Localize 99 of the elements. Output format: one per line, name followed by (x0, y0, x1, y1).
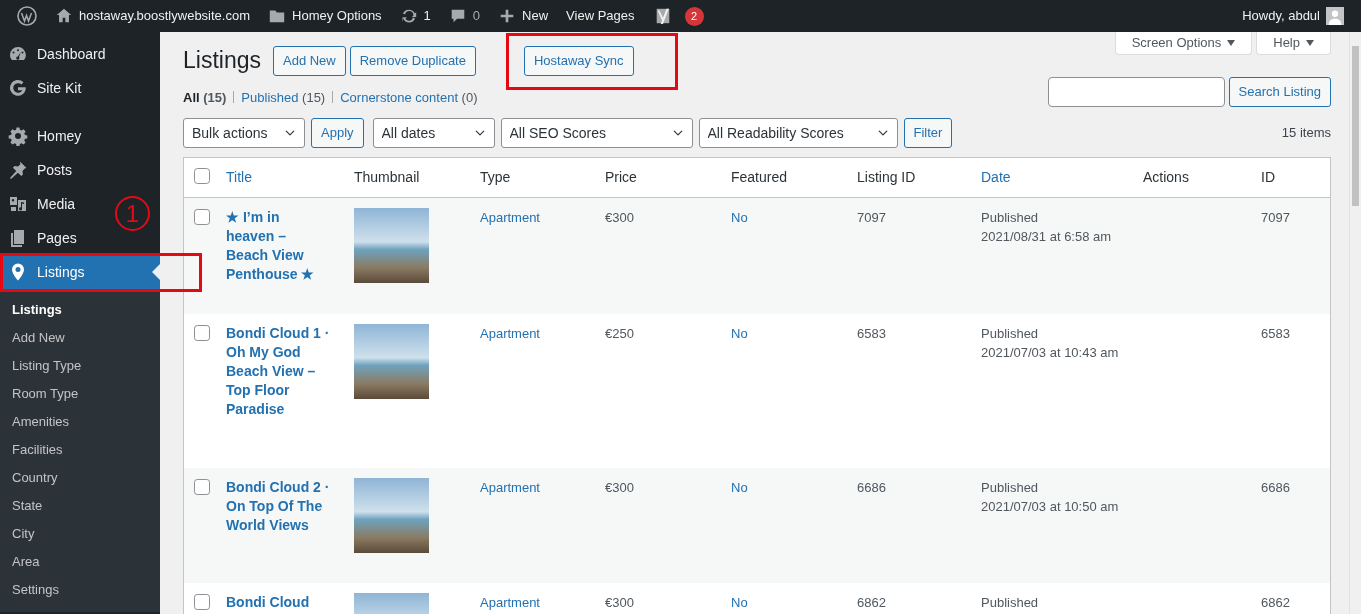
featured-value: No (731, 595, 748, 610)
item-count: 15 items (1281, 124, 1331, 143)
listing-title-link[interactable]: Bondi Cloud 1 · Oh My God Beach View – Top Floor Paradise (226, 324, 330, 419)
column-header: Thumbnail (354, 169, 420, 185)
search-field[interactable] (1047, 77, 1225, 107)
filter-dropdown[interactable]: All SEO Scores (500, 118, 693, 148)
column-header: Listing ID (857, 169, 916, 185)
publish-status: Published (981, 209, 1040, 227)
submenu-item[interactable]: Room Type (0, 380, 160, 408)
help-tab[interactable]: Help (1256, 32, 1331, 55)
filter-button[interactable]: Filter (903, 118, 953, 148)
listing-id-value: 6583 (857, 326, 886, 341)
post-id-value: 6686 (1261, 480, 1290, 495)
featured-value: No (731, 480, 748, 495)
publish-status: Published (981, 479, 1040, 497)
listing-id-value: 7097 (857, 210, 886, 225)
avatar-icon[interactable] (1326, 7, 1344, 25)
featured-value: No (731, 326, 748, 341)
column-header: Type (480, 169, 511, 185)
price-value: €300 (605, 210, 634, 225)
featured-value: No (731, 210, 748, 225)
submenu-item[interactable]: Country (0, 464, 160, 492)
sidebar-item[interactable]: Homey (0, 119, 90, 153)
bulk-actions-dropdown[interactable]: Bulk actions (183, 118, 305, 148)
submenu-item[interactable]: Listings (0, 296, 160, 324)
price-value: €300 (605, 595, 634, 610)
comment-count[interactable]: 0 (472, 6, 481, 26)
apply-button[interactable]: Apply (311, 118, 364, 148)
row-checkbox[interactable] (194, 325, 210, 341)
price-value: €300 (605, 480, 634, 495)
pushpin-icon (8, 160, 28, 180)
submenu-item[interactable]: Facilities (0, 436, 160, 464)
post-id-value: 6862 (1261, 595, 1290, 610)
wordpress-logo-icon[interactable] (17, 6, 37, 26)
row-checkbox[interactable] (194, 479, 210, 495)
search-button[interactable]: Search Listing (1228, 77, 1331, 107)
publish-status: Published (981, 325, 1040, 343)
column-header: Featured (731, 169, 788, 185)
notification-badge: 2 (684, 6, 704, 26)
page-action-button[interactable]: Hostaway Sync (523, 46, 634, 76)
column-header: ID (1261, 169, 1275, 185)
filter-dropdown[interactable]: All Readability Scores (698, 118, 898, 148)
view-filter-link[interactable]: Cornerstone content (0) (340, 87, 478, 107)
screen-options-tab[interactable]: Screen Options (1114, 32, 1253, 55)
submenu-item[interactable]: Listing Type (0, 352, 160, 380)
publish-date: 2021/07/03 at 10:50 am (981, 498, 1120, 516)
column-sort-link[interactable]: Date (981, 169, 1011, 185)
pointer-arrow-icon (152, 264, 160, 280)
post-id-value: 6583 (1261, 326, 1290, 341)
row-checkbox[interactable] (194, 594, 210, 610)
home-icon (55, 7, 73, 25)
listing-type-link[interactable]: Apartment (480, 595, 540, 610)
toolbar-link[interactable]: Homey Options (292, 6, 382, 26)
page-action-button[interactable]: Add New (273, 46, 346, 76)
scrollbar[interactable] (1349, 32, 1361, 614)
dropdown-triangle-icon (1227, 40, 1236, 46)
column-header: Price (605, 169, 637, 185)
row-checkbox[interactable] (194, 209, 210, 225)
greeting-text[interactable]: Howdy, abdul (1242, 6, 1320, 26)
listing-type-link[interactable]: Apartment (480, 480, 540, 495)
post-id-value: 7097 (1261, 210, 1290, 225)
publish-status: Published (981, 594, 1040, 612)
view-filter-link[interactable]: Published (15) (241, 87, 326, 107)
page-action-button[interactable]: Remove Duplicate (349, 46, 476, 76)
listing-id-value: 6862 (857, 595, 886, 610)
submenu-item[interactable]: Area (0, 548, 160, 576)
submenu-item[interactable]: State (0, 492, 160, 520)
page-title: Listings (183, 46, 261, 76)
toolbar-link[interactable]: View Pages (566, 6, 635, 26)
sidebar-item[interactable]: Pages (0, 221, 85, 255)
column-header: Actions (1143, 169, 1189, 185)
settings-icon (8, 126, 28, 146)
publish-date: 2021/08/31 at 6:58 am (981, 228, 1113, 246)
toolbar-link[interactable]: New (522, 6, 549, 26)
update-count[interactable]: 1 (423, 6, 431, 26)
sidebar-item[interactable]: Posts (0, 153, 80, 187)
sidebar-item[interactable]: Media (0, 187, 84, 221)
listing-title-link[interactable]: Bondi Cloud (226, 593, 330, 612)
sidebar-item[interactable]: Dashboard (0, 37, 114, 71)
filter-dropdown[interactable]: All dates (372, 118, 495, 148)
submenu-item[interactable]: Settings (0, 576, 160, 604)
price-value: €250 (605, 326, 634, 341)
sidebar-item[interactable]: Listings (0, 255, 160, 289)
view-filter-link[interactable]: All (15) (183, 87, 227, 107)
g-logo-icon (8, 78, 28, 98)
submenu-item[interactable]: Amenities (0, 408, 160, 436)
submenu-item[interactable]: City (0, 520, 160, 548)
submenu-item[interactable]: Add New (0, 324, 160, 352)
listing-id-value: 6686 (857, 480, 886, 495)
site-name-link[interactable]: hostaway.boostlywebsite.com (79, 6, 250, 26)
sidebar-item[interactable]: Site Kit (0, 71, 90, 105)
media-icon (8, 194, 28, 214)
step-marker: 1 (115, 196, 150, 231)
publish-date: 2021/07/03 at 10:43 am (981, 344, 1120, 362)
dropdown-triangle-icon (1306, 40, 1314, 46)
select-all-checkbox[interactable] (194, 168, 210, 184)
listing-type-link[interactable]: Apartment (480, 326, 540, 341)
listing-type-link[interactable]: Apartment (480, 210, 540, 225)
column-sort-link[interactable]: Title (226, 169, 252, 185)
